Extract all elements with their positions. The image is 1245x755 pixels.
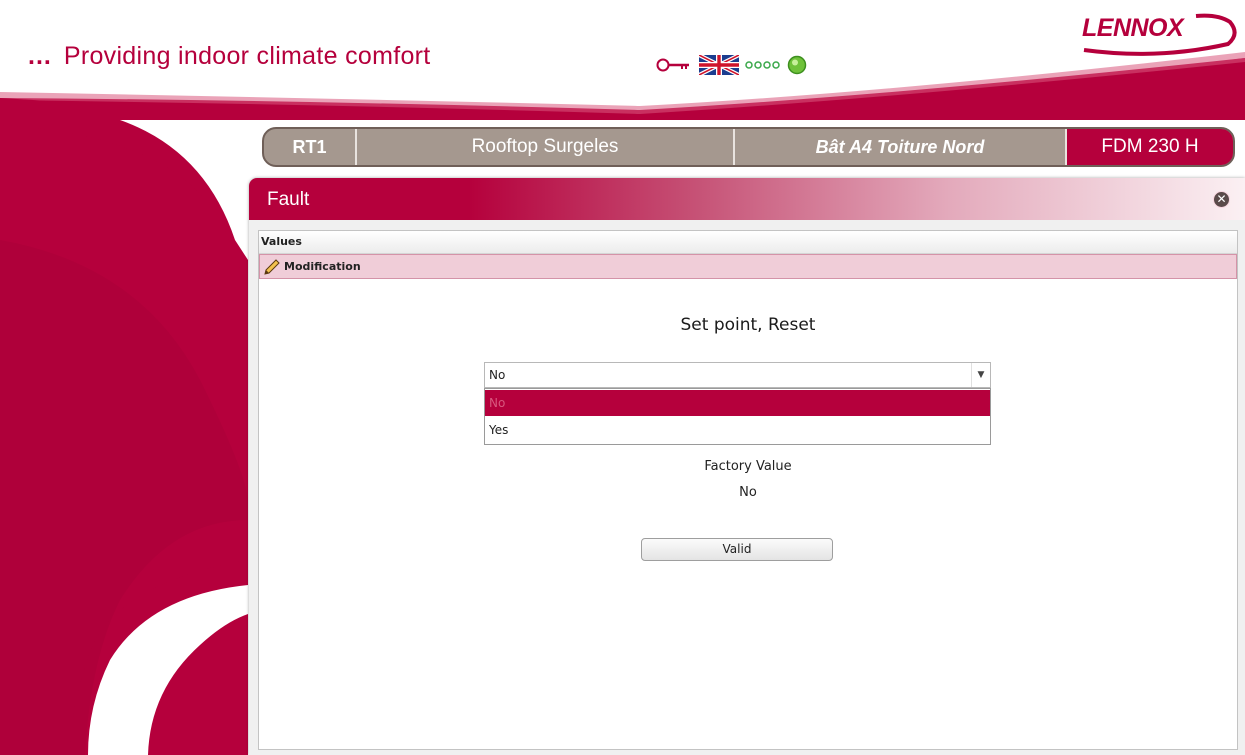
- option-no[interactable]: No: [485, 390, 990, 416]
- panel-title: Fault: [267, 189, 310, 210]
- fault-panel: Fault ✕ Values Modification Set point, R…: [249, 178, 1245, 755]
- unit-id: RT1: [264, 129, 357, 165]
- status-icons: [655, 55, 807, 75]
- close-icon[interactable]: ✕: [1213, 191, 1230, 208]
- modification-label: Modification: [284, 260, 361, 273]
- factory-value-label: Factory Value: [704, 459, 792, 474]
- valid-button[interactable]: Valid: [641, 538, 833, 561]
- values-tab-bar: Values: [259, 231, 1237, 254]
- signal-dots-icon: [745, 61, 780, 69]
- chevron-down-icon[interactable]: ▼: [971, 363, 990, 387]
- factory-value: No: [739, 485, 757, 500]
- panel-header: Fault ✕: [249, 178, 1245, 220]
- unit-info-bar: RT1 Rooftop Surgeles Bât A4 Toiture Nord…: [262, 127, 1235, 167]
- tagline-text: Providing indoor climate comfort: [63, 42, 431, 70]
- unit-model: FDM 230 H: [1067, 129, 1233, 165]
- select-current-value: No: [489, 368, 506, 382]
- tagline: ... Providing indoor climate comfort: [28, 42, 431, 71]
- uk-flag-icon[interactable]: [699, 55, 739, 75]
- panel-content: Values Modification Set point, Reset No …: [258, 230, 1238, 750]
- tagline-dots: ...: [28, 42, 52, 70]
- parameter-title: Set point, Reset: [680, 315, 816, 335]
- select-dropdown: No Yes: [484, 388, 991, 445]
- unit-name: Rooftop Surgeles: [357, 129, 735, 165]
- status-led-icon: [787, 55, 807, 75]
- option-yes[interactable]: Yes: [485, 417, 990, 443]
- value-select[interactable]: No ▼: [484, 362, 991, 388]
- modification-bar: Modification: [259, 254, 1237, 279]
- logo-text: LENNOX: [1082, 14, 1184, 42]
- unit-location: Bât A4 Toiture Nord: [735, 129, 1067, 165]
- key-icon[interactable]: [655, 56, 693, 74]
- values-label[interactable]: Values: [261, 235, 302, 248]
- pencil-icon: [264, 259, 280, 275]
